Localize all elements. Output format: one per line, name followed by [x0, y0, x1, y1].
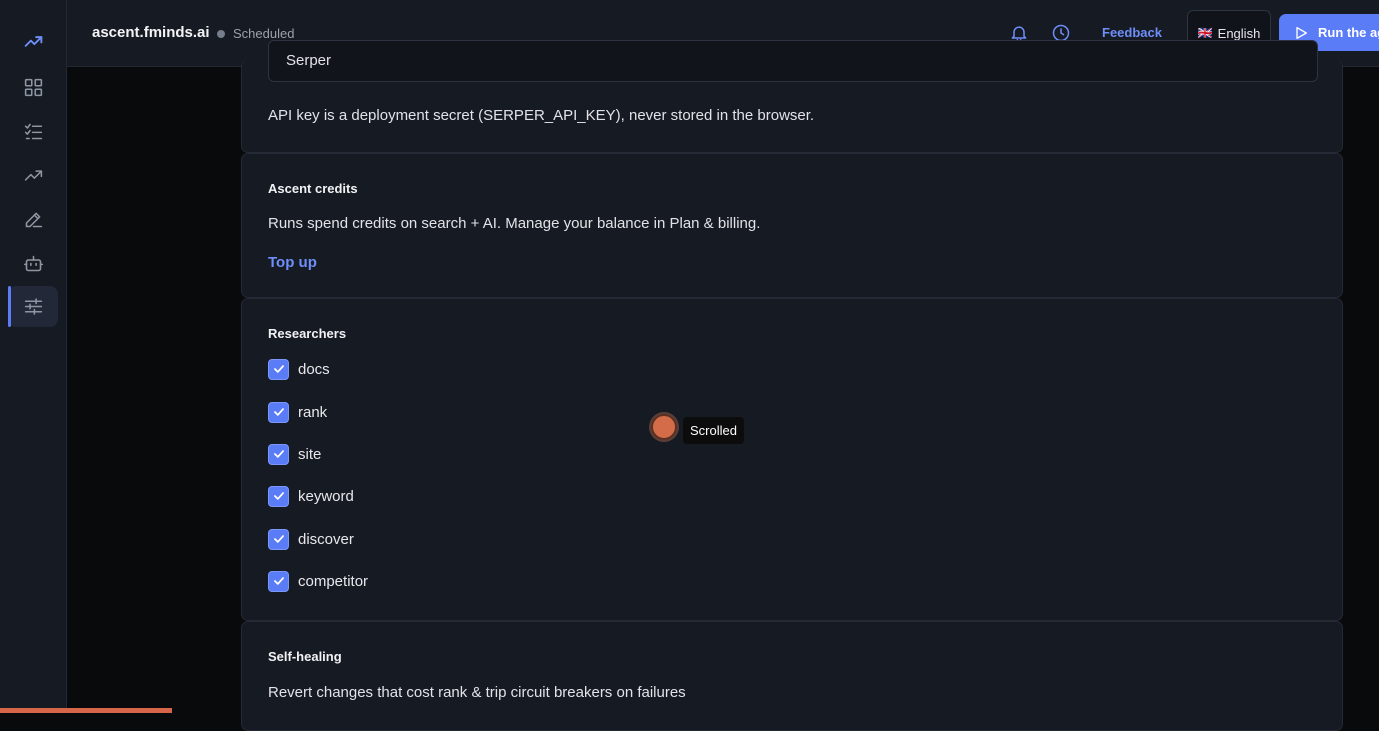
check-icon: [273, 408, 284, 416]
sidebar-item-trends[interactable]: [8, 155, 58, 196]
trending-icon: [24, 170, 42, 181]
sidebar-item-overview[interactable]: [8, 21, 58, 62]
sidebar-item-tasks[interactable]: [8, 111, 58, 152]
uk-flag-icon: 🇬🇧: [1197, 26, 1213, 40]
credits-description: Runs spend credits on search + AI. Manag…: [268, 215, 761, 232]
researcher-site[interactable]: site: [268, 443, 321, 465]
researcher-label: site: [298, 445, 322, 463]
researcher-label: rank: [298, 403, 328, 421]
trend-up-icon: [24, 36, 42, 47]
checkbox[interactable]: [268, 401, 289, 423]
status-dot: [217, 30, 225, 38]
sidebar-item-dashboard[interactable]: [8, 67, 58, 108]
checkbox[interactable]: [268, 443, 289, 465]
ascent-credits-card: Ascent credits Runs spend credits on sea…: [241, 153, 1343, 298]
credits-title: Ascent credits: [268, 181, 358, 196]
dashboard-grid-icon: [24, 78, 42, 97]
researcher-label: docs: [298, 360, 330, 378]
feedback-link[interactable]: Feedback: [1102, 25, 1162, 40]
checkbox[interactable]: [268, 485, 289, 507]
check-icon: [273, 492, 284, 500]
researchers-title: Researchers: [268, 326, 347, 341]
researcher-rank[interactable]: rank: [268, 401, 327, 423]
cursor-indicator: [651, 414, 677, 440]
run-agent-label: Run the agent: [1318, 25, 1379, 40]
api-key-note: API key is a deployment secret (SERPER_A…: [268, 107, 815, 124]
researchers-card: Researchers docs rank site keyword disco…: [241, 298, 1343, 621]
search-provider-card: Serper API key is a deployment secret (S…: [241, 40, 1343, 153]
app-title: ascent.fminds.ai: [92, 24, 210, 41]
sidebar-item-editor[interactable]: [8, 199, 58, 240]
self-healing-title: Self-healing: [268, 649, 342, 664]
sidebar-item-agent[interactable]: [8, 243, 58, 284]
checkbox[interactable]: [268, 528, 289, 550]
researcher-discover[interactable]: discover: [268, 528, 354, 550]
top-up-link[interactable]: Top up: [268, 254, 317, 271]
robot-icon: [23, 255, 43, 272]
self-healing-card: Self-healing Revert changes that cost ra…: [241, 621, 1343, 731]
settings-sliders-icon: [24, 298, 42, 315]
language-label: English: [1217, 25, 1261, 41]
edit-pencil-icon: [25, 212, 42, 228]
play-icon: [1296, 26, 1307, 39]
researcher-docs[interactable]: docs: [268, 358, 330, 380]
check-icon: [273, 450, 284, 458]
status-badge: Scheduled: [233, 26, 295, 41]
researcher-label: keyword: [298, 487, 354, 505]
check-icon: [273, 535, 284, 543]
sidebar: [0, 0, 67, 713]
scrolled-tooltip: Scrolled: [683, 417, 744, 444]
sidebar-item-settings[interactable]: [8, 286, 58, 327]
checkbox[interactable]: [268, 570, 289, 592]
self-healing-description: Revert changes that cost rank & trip cir…: [268, 684, 686, 701]
search-provider-value: Serper: [286, 52, 332, 69]
check-icon: [273, 365, 284, 373]
check-icon: [273, 577, 284, 585]
search-provider-field[interactable]: Serper: [268, 40, 1318, 82]
researcher-competitor[interactable]: competitor: [268, 570, 368, 592]
researcher-label: competitor: [298, 572, 369, 590]
researcher-label: discover: [298, 530, 354, 548]
researcher-keyword[interactable]: keyword: [268, 485, 354, 507]
progress-bar: [0, 708, 172, 713]
checkbox[interactable]: [268, 358, 289, 380]
checklist-icon: [24, 123, 42, 140]
